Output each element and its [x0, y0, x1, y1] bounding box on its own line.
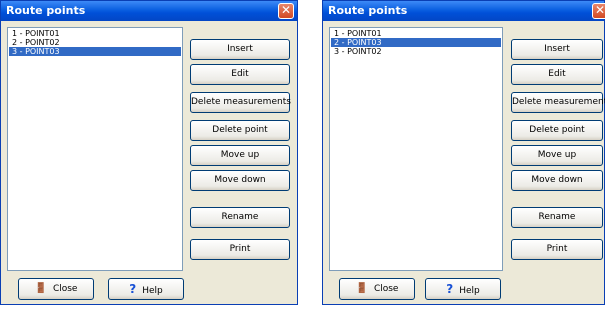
- bottom-bar: 🚪 Close ? Help: [1, 271, 297, 306]
- window-close-button[interactable]: ✕: [592, 3, 605, 19]
- dialog-title: Route points: [6, 4, 86, 17]
- route-points-dialog-before: Route points ✕ 1 - POINT01 2 - POINT02 3…: [0, 0, 298, 305]
- close-button[interactable]: 🚪 Close: [18, 278, 94, 300]
- door-person-icon: 🚪: [34, 283, 47, 294]
- close-icon: ✕: [280, 3, 292, 17]
- delete-point-button[interactable]: Delete point: [511, 120, 603, 141]
- list-item[interactable]: 2 - POINT02: [9, 38, 181, 47]
- title-bar: Route points ✕: [1, 1, 297, 21]
- insert-button[interactable]: Insert: [511, 39, 603, 60]
- rename-button[interactable]: Rename: [511, 207, 603, 228]
- list-item-selected[interactable]: 2 - POINT03: [331, 38, 501, 47]
- delete-measurements-button[interactable]: Delete measurements: [190, 92, 291, 113]
- list-item[interactable]: 3 - POINT02: [331, 47, 501, 56]
- title-bar: Route points ✕: [323, 1, 605, 21]
- move-down-button[interactable]: Move down: [511, 170, 603, 191]
- move-down-button[interactable]: Move down: [190, 170, 290, 191]
- close-icon: ✕: [594, 3, 605, 17]
- question-mark-icon: ?: [129, 282, 137, 296]
- dialog-title: Route points: [328, 4, 408, 17]
- help-button-label: Help: [142, 286, 163, 296]
- close-button[interactable]: 🚪 Close: [339, 278, 415, 300]
- close-button-label: Close: [52, 284, 78, 294]
- delete-point-button[interactable]: Delete point: [190, 120, 290, 141]
- help-button[interactable]: ? Help: [108, 278, 184, 300]
- route-points-list[interactable]: 1 - POINT01 2 - POINT02 3 - POINT03: [7, 27, 183, 271]
- edit-button[interactable]: Edit: [511, 64, 603, 85]
- list-item-selected[interactable]: 3 - POINT03: [9, 47, 181, 56]
- rename-button[interactable]: Rename: [190, 207, 290, 228]
- door-person-icon: 🚪: [355, 283, 368, 294]
- window-close-button[interactable]: ✕: [278, 3, 294, 19]
- question-mark-icon: ?: [446, 282, 454, 296]
- edit-button[interactable]: Edit: [190, 64, 290, 85]
- bottom-bar: 🚪 Close ? Help: [323, 271, 604, 306]
- move-up-button[interactable]: Move up: [511, 145, 603, 166]
- list-item[interactable]: 1 - POINT01: [331, 29, 501, 38]
- delete-measurements-button[interactable]: Delete measurements: [511, 92, 605, 113]
- route-points-dialog-after: Route points ✕ 1 - POINT01 2 - POINT03 3…: [322, 0, 605, 305]
- list-item[interactable]: 1 - POINT01: [9, 29, 181, 38]
- close-button-label: Close: [373, 284, 399, 294]
- insert-button[interactable]: Insert: [190, 39, 290, 60]
- help-button[interactable]: ? Help: [425, 278, 501, 300]
- move-up-button[interactable]: Move up: [190, 145, 290, 166]
- route-points-list[interactable]: 1 - POINT01 2 - POINT03 3 - POINT02: [329, 27, 503, 271]
- help-button-label: Help: [459, 286, 480, 296]
- print-button[interactable]: Print: [511, 239, 603, 260]
- print-button[interactable]: Print: [190, 239, 290, 260]
